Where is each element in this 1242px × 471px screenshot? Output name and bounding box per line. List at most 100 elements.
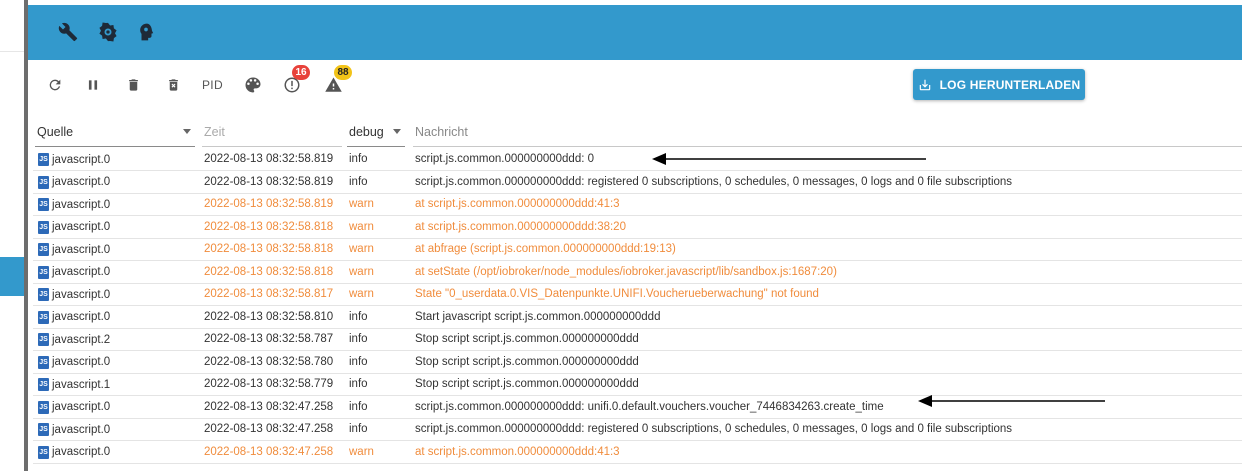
row-message: at script.js.common.000000000ddd:41:3	[415, 445, 620, 458]
row-source: JS javascript.0	[38, 288, 110, 301]
row-source-label: javascript.0	[52, 356, 111, 368]
javascript-adapter-icon: JS	[38, 423, 49, 436]
row-severity: info	[349, 400, 368, 413]
download-log-label: LOG HERUNTERLADEN	[939, 77, 1081, 92]
table-row[interactable]: JS javascript.0 2022-08-13 08:32:58.810 inf…	[33, 307, 1242, 329]
row-severity: info	[349, 378, 368, 390]
table-row[interactable]: JS javascript.0 2022-08-13 08:32:58.819 inf…	[33, 149, 1242, 171]
row-time: 2022-08-13 08:32:58.780	[204, 355, 334, 368]
source-filter-select[interactable]: Quelle	[35, 118, 195, 147]
row-severity: info	[349, 153, 368, 165]
row-time: 2022-08-13 08:32:47.258	[204, 400, 334, 413]
row-time: 2022-08-13 08:32:47.258	[204, 423, 334, 435]
row-severity: warn	[349, 220, 374, 233]
row-source: JS javascript.0	[38, 445, 110, 459]
row-message: script.js.common.000000000ddd: registere…	[415, 175, 1013, 188]
warning-count-badge: 88	[334, 65, 352, 80]
row-source: JS javascript.0	[38, 198, 110, 211]
wrench-icon[interactable]	[58, 22, 78, 42]
row-source: JS javascript.0	[38, 355, 111, 369]
left-nav-strip	[0, 0, 24, 471]
table-row[interactable]: JS javascript.0 2022-08-13 08:32:58.817 war…	[33, 284, 1242, 306]
row-source: JS javascript.0	[38, 310, 111, 324]
table-row[interactable]: JS javascript.0 2022-08-13 08:32:58.818 war…	[33, 262, 1242, 284]
download-icon	[919, 79, 930, 90]
log-table-header: Quelle Zeit debug Nachricht	[33, 118, 1242, 148]
row-severity: info	[349, 175, 368, 188]
javascript-adapter-icon: JS	[38, 288, 49, 301]
annotation-arrow	[652, 153, 926, 165]
download-log-button[interactable]: LOG HERUNTERLADEN	[913, 69, 1085, 100]
row-source: JS javascript.0	[38, 400, 111, 414]
trash-x-icon[interactable]	[161, 73, 185, 97]
row-time: 2022-08-13 08:32:58.810	[204, 310, 334, 323]
table-row[interactable]: JS javascript.0 2022-08-13 08:32:58.780 inf…	[33, 352, 1242, 374]
message-header-label: Nachricht	[415, 125, 468, 139]
row-time: 2022-08-13 08:32:58.817	[204, 288, 334, 300]
row-message: script.js.common.000000000ddd: 0	[415, 153, 594, 165]
row-source-label: javascript.0	[52, 423, 111, 436]
gear-icon[interactable]	[98, 22, 118, 42]
row-message: State "0_userdata.0.VIS_Datenpunkte.UNIF…	[415, 288, 819, 300]
severity-filter-select[interactable]: debug	[347, 118, 405, 147]
row-source-label: javascript.0	[52, 288, 111, 301]
row-message: Stop script script.js.common.000000000dd…	[415, 378, 639, 390]
row-severity: warn	[349, 198, 374, 210]
severity-header-label: debug	[349, 125, 384, 139]
table-row[interactable]: JS javascript.0 2022-08-13 08:32:58.819 inf…	[33, 172, 1242, 194]
row-source: JS javascript.0	[38, 265, 110, 279]
row-severity: warn	[349, 265, 374, 278]
javascript-adapter-icon: JS	[38, 400, 49, 414]
row-time: 2022-08-13 08:32:58.818	[204, 220, 334, 233]
refresh-icon[interactable]	[43, 73, 67, 97]
row-severity: warn	[349, 288, 374, 300]
row-time: 2022-08-13 08:32:58.818	[204, 265, 334, 278]
message-filter-input[interactable]: Nachricht	[413, 118, 1242, 147]
time-header-label: Zeit	[204, 125, 225, 139]
error-count-badge: 16	[292, 65, 310, 80]
row-time: 2022-08-13 08:32:58.819	[204, 175, 334, 188]
table-row[interactable]: JS javascript.2 2022-08-13 08:32:58.787 inf…	[33, 329, 1242, 351]
pause-icon[interactable]	[81, 73, 105, 97]
row-severity: warn	[349, 445, 374, 458]
annotation-arrow	[918, 395, 1105, 407]
row-time: 2022-08-13 08:32:58.819	[204, 153, 334, 165]
row-source-label: javascript.0	[52, 176, 111, 188]
palette-icon[interactable]	[241, 73, 265, 97]
row-message: at setState (/opt/iobroker/node_modules/…	[415, 265, 837, 278]
row-time: 2022-08-13 08:32:47.258	[204, 445, 334, 458]
row-severity: info	[349, 310, 368, 323]
nav-selected-item[interactable]	[0, 257, 24, 296]
pid-toggle[interactable]: PID	[202, 78, 223, 92]
javascript-adapter-icon: JS	[38, 355, 49, 369]
row-severity: info	[349, 423, 368, 435]
table-row[interactable]: JS javascript.0 2022-08-13 08:32:58.818 war…	[33, 239, 1242, 261]
javascript-adapter-icon: JS	[38, 175, 49, 189]
row-source: JS javascript.2	[38, 333, 110, 346]
nav-divider	[0, 51, 24, 52]
table-row[interactable]: JS javascript.0 2022-08-13 08:32:47.258 inf…	[33, 419, 1242, 441]
row-source-label: javascript.0	[52, 401, 111, 413]
row-source: JS javascript.0	[38, 423, 110, 436]
row-message: Stop script script.js.common.000000000dd…	[415, 333, 639, 345]
table-row[interactable]: JS javascript.0 2022-08-13 08:32:58.818 war…	[33, 217, 1242, 239]
app-bar	[28, 5, 1242, 60]
table-row[interactable]: JS javascript.0 2022-08-13 08:32:47.258 war…	[33, 442, 1242, 464]
time-filter-input[interactable]: Zeit	[202, 118, 342, 147]
row-time: 2022-08-13 08:32:58.818	[204, 243, 334, 255]
javascript-adapter-icon: JS	[38, 153, 49, 166]
javascript-adapter-icon: JS	[38, 243, 49, 256]
chevron-down-icon	[183, 129, 191, 134]
head-icon[interactable]	[136, 22, 156, 42]
row-source-label: javascript.0	[52, 311, 111, 323]
row-message: at script.js.common.000000000ddd:41:3	[415, 198, 620, 210]
row-source: JS javascript.0	[38, 243, 110, 256]
javascript-adapter-icon: JS	[38, 333, 49, 346]
row-source: JS javascript.0	[38, 175, 111, 189]
row-source-label: javascript.0	[52, 221, 111, 233]
chevron-down-icon	[393, 129, 401, 134]
trash-icon[interactable]	[121, 73, 145, 97]
table-row[interactable]: JS javascript.0 2022-08-13 08:32:58.819 war…	[33, 194, 1242, 216]
javascript-adapter-icon: JS	[38, 220, 49, 234]
row-source-label: javascript.1	[52, 378, 111, 391]
